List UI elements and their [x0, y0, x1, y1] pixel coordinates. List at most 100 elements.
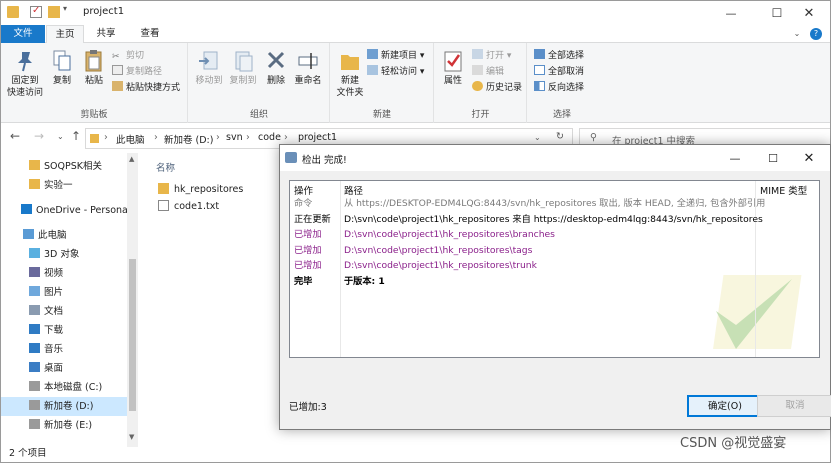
- new-folder-button[interactable]: 新建 文件夹: [333, 49, 367, 99]
- edit-button[interactable]: 编辑: [472, 65, 504, 80]
- paste-shortcut-button[interactable]: 粘贴快捷方式: [112, 81, 180, 96]
- breadcrumb-this-pc[interactable]: 此电脑: [116, 132, 145, 146]
- sidebar-item[interactable]: 文档: [1, 302, 127, 321]
- new-group: 新建 文件夹 新建项目 ▾ 轻松访问 ▾ 新建: [331, 43, 434, 123]
- log-row[interactable]: 已增加 D:\svn\code\project1\hk_repositores\b…: [290, 227, 819, 242]
- sidebar-item[interactable]: 新加卷 (D:): [1, 397, 127, 416]
- log-action: 命令: [294, 198, 313, 209]
- properties-button[interactable]: 属性: [438, 49, 468, 87]
- breadcrumb-code[interactable]: code: [258, 132, 281, 143]
- column-header-name[interactable]: 名称: [156, 160, 175, 174]
- clipboard-group-label: 剪贴板: [80, 110, 108, 120]
- breadcrumb-project1[interactable]: project1: [298, 132, 337, 143]
- cancel-button[interactable]: 取消: [757, 395, 831, 417]
- up-arrow-icon[interactable]: ↑: [71, 129, 81, 143]
- checkout-dialog: 检出 完成! — ☐ ✕ 操作 路径 MIME 类型 命令 从 https://D…: [279, 144, 831, 430]
- log-row[interactable]: 命令 从 https://DESKTOP-EDM4LQG:8443/svn/hk_…: [290, 196, 819, 211]
- sidebar-item-label: SOQPSK相关: [44, 161, 102, 172]
- breadcrumb-svn[interactable]: svn: [226, 132, 243, 143]
- sidebar-item[interactable]: 视频: [1, 264, 127, 283]
- dialog-close-button[interactable]: ✕: [790, 145, 828, 171]
- help-icon[interactable]: ?: [807, 25, 825, 43]
- dialog-maximize-button[interactable]: ☐: [754, 145, 792, 171]
- sidebar-item[interactable]: 3D 对象: [1, 245, 127, 264]
- tab-file[interactable]: 文件: [1, 25, 45, 43]
- quick-access-dropdown-icon[interactable]: ▾: [63, 4, 75, 16]
- recent-dropdown-icon[interactable]: ⌄: [57, 132, 64, 141]
- nav-scrollbar[interactable]: ▲ ▼: [127, 153, 138, 447]
- list-item[interactable]: hk_repositores: [158, 181, 243, 199]
- sidebar-item[interactable]: 本地磁盘 (C:): [1, 378, 127, 397]
- list-item[interactable]: code1.txt: [158, 198, 219, 216]
- log-action: 已增加: [294, 260, 322, 271]
- open-button[interactable]: 打开 ▾: [472, 49, 511, 64]
- paste-button[interactable]: 粘贴: [79, 49, 109, 87]
- minimize-button[interactable]: —: [708, 1, 754, 25]
- log-row[interactable]: 已增加 D:\svn\code\project1\hk_repositores\t…: [290, 258, 819, 273]
- sidebar-item[interactable]: OneDrive - Personal: [1, 201, 131, 220]
- scroll-down-icon[interactable]: ▼: [129, 433, 134, 441]
- sidebar-item-label: 文档: [44, 306, 64, 317]
- new-folder-label: 新建 文件夹: [336, 76, 364, 98]
- breadcrumb-separator-icon[interactable]: ›: [104, 132, 108, 143]
- copy-button[interactable]: 复制: [47, 49, 77, 87]
- tab-home[interactable]: 主页: [46, 25, 84, 44]
- pin-to-quick-access-button[interactable]: 固定到 快速访问: [5, 49, 45, 99]
- move-to-label: 移动到: [195, 76, 223, 86]
- column-header-action[interactable]: 操作: [294, 183, 313, 197]
- breadcrumb-separator-icon[interactable]: ›: [154, 132, 158, 143]
- dialog-minimize-button[interactable]: —: [716, 145, 754, 171]
- breadcrumb-separator-icon[interactable]: ›: [216, 132, 220, 143]
- watermark: CSDN @视觉盛宴: [680, 436, 787, 451]
- move-to-button[interactable]: 移动到: [193, 49, 225, 87]
- copy-path-button[interactable]: 复制路径: [112, 65, 162, 80]
- cut-button[interactable]: ✂ 剪切: [112, 49, 144, 64]
- drive-icon: [29, 381, 40, 391]
- sidebar-item[interactable]: SOQPSK相关: [1, 157, 127, 176]
- log-row[interactable]: 正在更新 D:\svn\code\project1\hk_repositores …: [290, 212, 819, 227]
- back-arrow-icon[interactable]: ←: [10, 129, 20, 143]
- select-none-button[interactable]: 全部取消: [534, 65, 584, 80]
- invert-selection-button[interactable]: 反向选择: [534, 81, 584, 96]
- sidebar-item[interactable]: 图片: [1, 283, 127, 302]
- breadcrumb-separator-icon[interactable]: ›: [246, 132, 250, 143]
- column-header-mime[interactable]: MIME 类型: [760, 183, 807, 197]
- column-header-path[interactable]: 路径: [344, 183, 363, 197]
- sidebar-item[interactable]: 音乐: [1, 340, 127, 359]
- dialog-title-bar: 检出 完成! — ☐ ✕: [280, 145, 830, 171]
- log-row[interactable]: 已增加 D:\svn\code\project1\hk_repositores\t…: [290, 243, 819, 258]
- sidebar-item[interactable]: 新加卷 (E:): [1, 416, 127, 435]
- breadcrumb-separator-icon[interactable]: ›: [284, 132, 288, 143]
- new-folder-quick-icon[interactable]: [48, 6, 60, 18]
- paste-label: 粘贴: [84, 76, 103, 86]
- sidebar-item[interactable]: 此电脑: [1, 226, 127, 245]
- ribbon: 固定到 快速访问 复制 粘贴 ✂ 剪切 复制路径 粘贴快捷方式 剪贴板 移动到 复…: [1, 43, 830, 123]
- close-button[interactable]: ✕: [786, 1, 830, 25]
- breadcrumb-drive-d[interactable]: 新加卷 (D:): [164, 132, 213, 146]
- open-icon: [472, 49, 483, 59]
- sidebar-item-label: 本地磁盘 (C:): [44, 382, 103, 393]
- tab-view[interactable]: 查看: [129, 25, 171, 43]
- scroll-up-icon[interactable]: ▲: [129, 155, 134, 163]
- history-button[interactable]: 历史记录: [472, 81, 522, 96]
- ok-button[interactable]: 确定(O): [687, 395, 763, 417]
- tab-share[interactable]: 共享: [85, 25, 127, 43]
- sidebar-item[interactable]: 下载: [1, 321, 127, 340]
- rename-button[interactable]: 重命名: [292, 49, 324, 87]
- delete-button[interactable]: 删除: [263, 49, 289, 87]
- easy-access-button[interactable]: 轻松访问 ▾: [367, 65, 424, 80]
- refresh-icon[interactable]: ↻: [556, 131, 564, 142]
- sidebar-item[interactable]: 实验一: [1, 176, 127, 195]
- sidebar-item[interactable]: 桌面: [1, 359, 127, 378]
- scroll-thumb[interactable]: [129, 259, 136, 411]
- log-list[interactable]: 操作 路径 MIME 类型 命令 从 https://DESKTOP-EDM4LQ…: [289, 180, 820, 358]
- address-dropdown-icon[interactable]: ⌄: [534, 133, 541, 142]
- new-item-button[interactable]: 新建项目 ▾: [367, 49, 424, 64]
- properties-checkbox-icon[interactable]: ✓: [30, 5, 42, 18]
- select-all-button[interactable]: 全部选择: [534, 49, 584, 64]
- log-row[interactable]: 完毕 于版本: 1: [290, 274, 819, 289]
- forward-arrow-icon[interactable]: →: [34, 129, 44, 143]
- copy-to-button[interactable]: 复制到: [227, 49, 259, 87]
- copy-to-label: 复制到: [229, 76, 257, 86]
- collapse-ribbon-icon[interactable]: ⌄: [790, 25, 804, 43]
